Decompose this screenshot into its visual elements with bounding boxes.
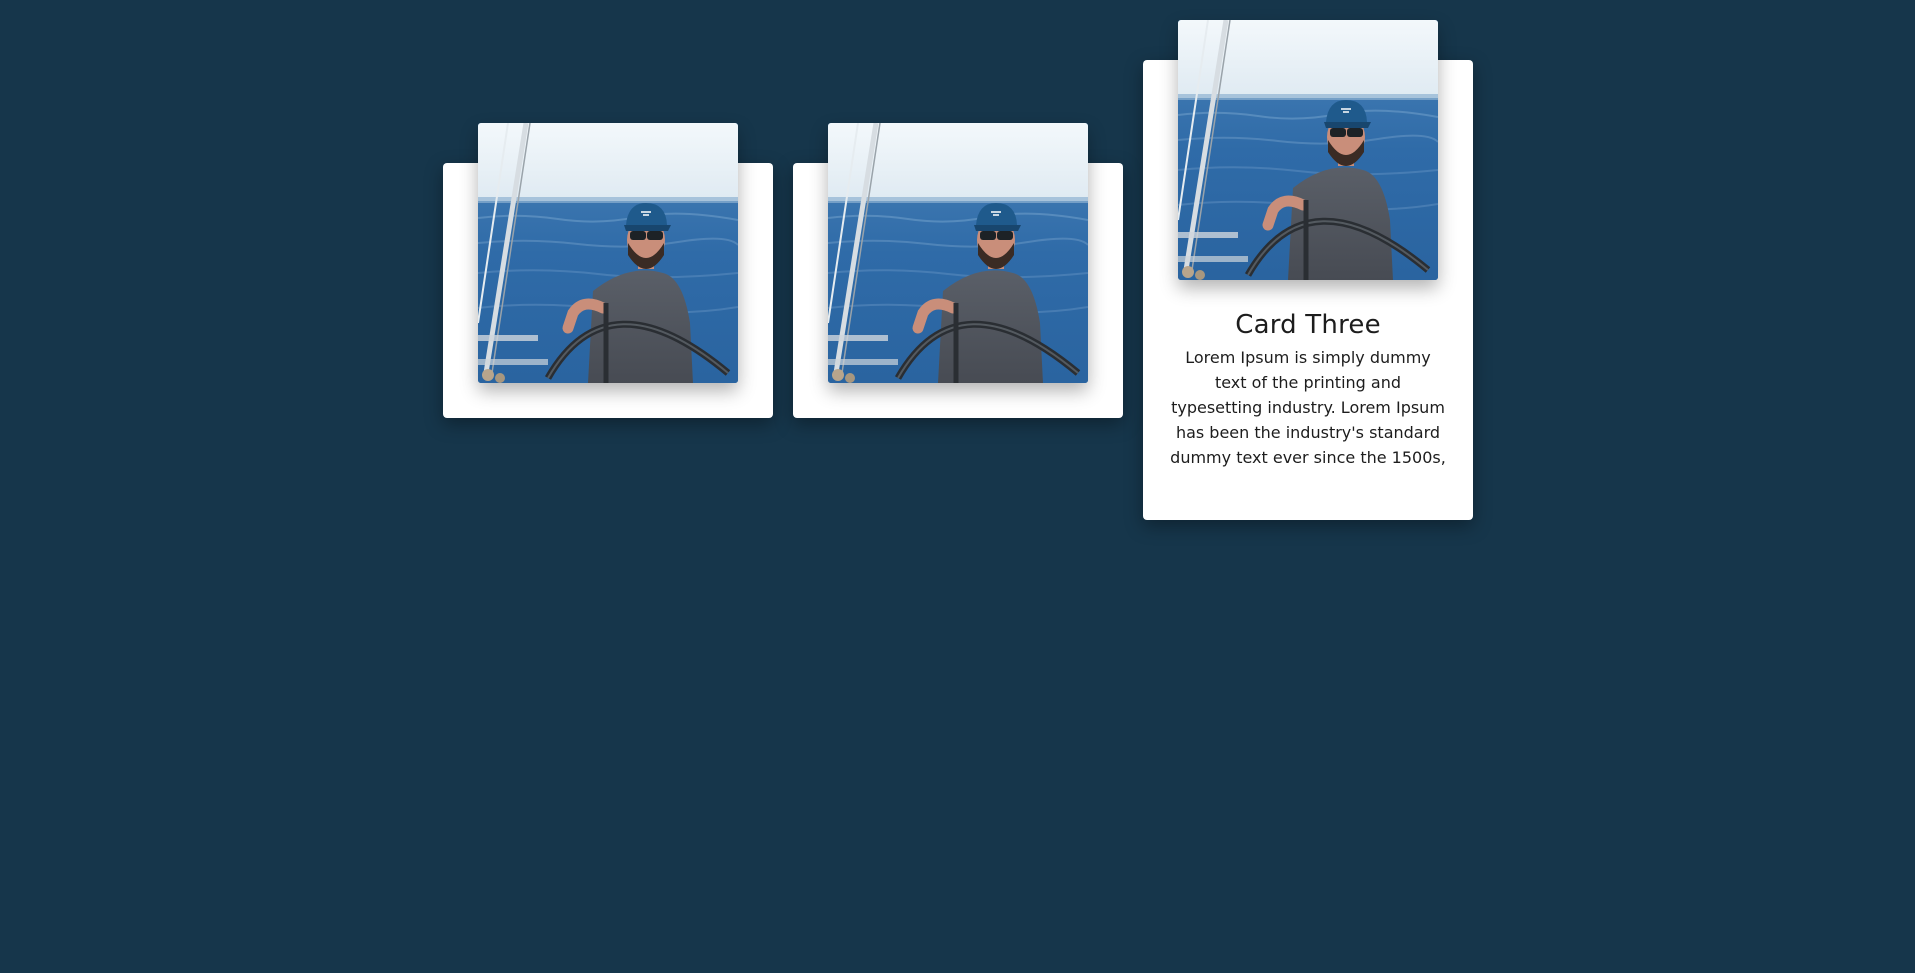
card-one-image — [478, 123, 738, 383]
card-three-content: Card Three Lorem Ipsum is simply dummy t… — [1168, 310, 1448, 470]
card-three-title: Card Three — [1235, 310, 1381, 340]
card-one-photo — [478, 123, 738, 383]
card-two-photo — [828, 123, 1088, 383]
card-three-text: Lorem Ipsum is simply dummy text of the … — [1170, 348, 1446, 467]
card-two-image — [828, 123, 1088, 383]
card-two[interactable] — [793, 123, 1123, 418]
card-three-image — [1178, 20, 1438, 280]
card-three-photo — [1178, 20, 1438, 280]
card-gallery: Card Three Lorem Ipsum is simply dummy t… — [0, 0, 1915, 973]
card-three[interactable]: Card Three Lorem Ipsum is simply dummy t… — [1143, 20, 1473, 520]
card-one[interactable] — [443, 123, 773, 418]
